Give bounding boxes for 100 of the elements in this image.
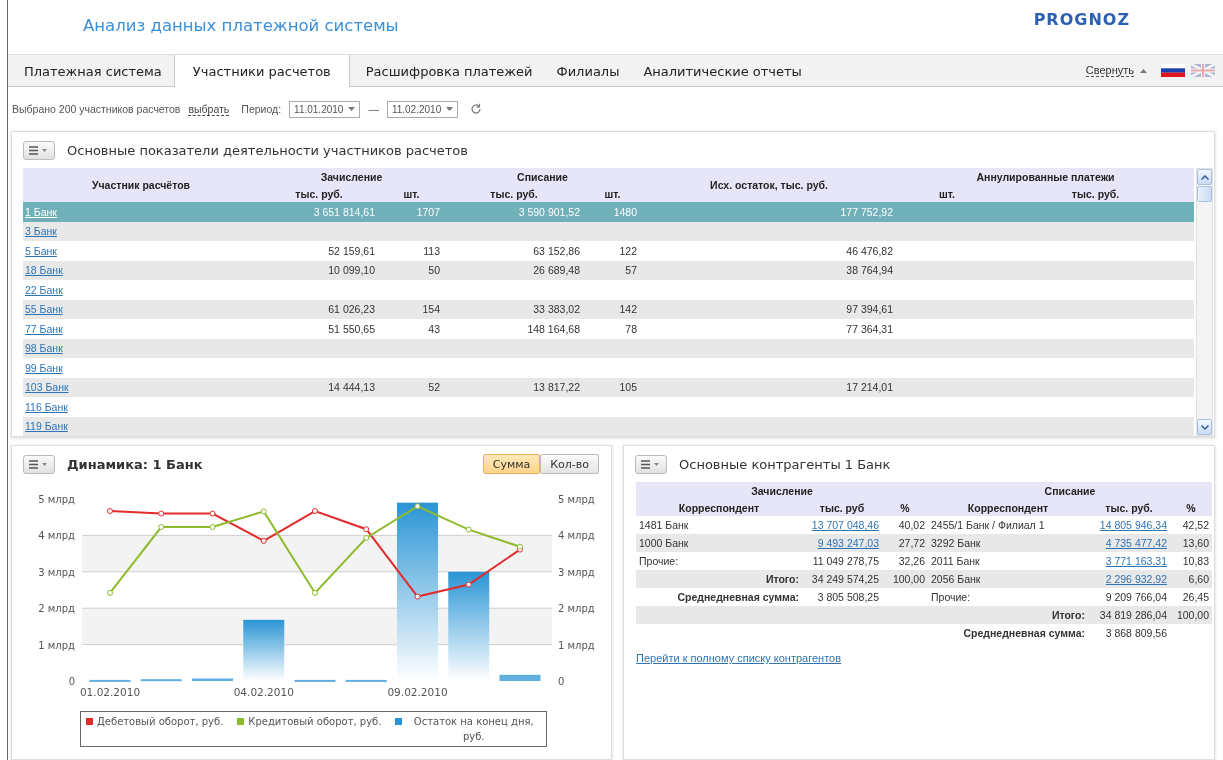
table-cell: 78 (584, 319, 641, 339)
table-cell: 3 868 809,56 (1088, 624, 1170, 642)
column-header: тыс. руб. (1088, 499, 1170, 516)
date-separator: — (368, 103, 379, 115)
axis-label: 04.02.2010 (233, 686, 294, 698)
column-header: шт. (584, 185, 641, 202)
table-cell: Итого: (636, 570, 802, 588)
table-cell: 42,52 (1170, 516, 1212, 534)
column-header: Списание (444, 168, 641, 185)
table-cell: 34 819 286,04 (1088, 606, 1170, 624)
axis-label: 3 млрд (558, 566, 595, 578)
table-cell: Среднедневная сумма: (928, 624, 1088, 642)
column-header: Зачисление (259, 168, 444, 185)
column-header: % (1170, 499, 1212, 516)
table-cell: 40,02 (882, 516, 928, 534)
axis-label: 01.02.2010 (79, 686, 141, 698)
table-cell: 100,00 (882, 570, 928, 588)
table-cell: 3 805 508,25 (802, 588, 882, 606)
table-cell: 34 249 574,25 (802, 570, 882, 588)
column-header: тыс. руб. (259, 185, 379, 202)
table-cell: Прочие: (636, 552, 802, 570)
column-header: Корреспондент (928, 499, 1088, 516)
axis-label: 2 млрд (38, 603, 75, 615)
table-cell: 3292 Банк (928, 534, 1088, 552)
column-header: Зачисление (636, 482, 928, 499)
axis-label: 1 млрд (558, 639, 595, 651)
column-header: Корреспондент (636, 499, 802, 516)
table-cell: 2056 Банк (928, 570, 1088, 588)
legend-label: Дебетовый оборот, руб. (97, 715, 224, 729)
table-cell: Среднедневная сумма: (636, 588, 802, 606)
table-cell: 1000 Банк (636, 534, 802, 552)
table-cell: 1481 Банк (636, 516, 802, 534)
column-header: тыс. руб. (444, 185, 584, 202)
table-cell: 113 (379, 241, 444, 261)
axis-label: 0 (68, 676, 75, 687)
axis-label: 5 млрд (558, 494, 595, 505)
axis-label: 3 млрд (38, 566, 75, 578)
table-cell: 10 099,10 (259, 260, 379, 280)
table-cell: 2455/1 Банк / Филиал 1 (928, 516, 1088, 534)
column-header: Исх. остаток, тыс. руб. (641, 168, 897, 202)
table-cell: 10,83 (1170, 552, 1212, 570)
table-cell: 9 209 766,04 (1088, 588, 1170, 606)
column-header: шт. (379, 185, 444, 202)
table-cell: Прочие: (928, 588, 1088, 606)
app-title: Анализ данных платежной системы (83, 16, 399, 35)
table-cell: 61 026,23 (259, 299, 379, 319)
table-cell: 27,72 (882, 534, 928, 552)
table-cell: 1707 (379, 202, 444, 222)
table-cell: 105 (584, 377, 641, 397)
axis-label: 4 млрд (558, 530, 595, 542)
table-cell: 3 651 814,61 (259, 202, 379, 222)
table-cell: 26,45 (1170, 588, 1212, 606)
table-cell: 46 476,82 (641, 241, 897, 261)
axis-label: 5 млрд (38, 494, 75, 505)
table-cell: 43 (379, 319, 444, 339)
column-header: % (882, 499, 928, 516)
table-cell: Итого: (928, 606, 1088, 624)
table-cell: 51 550,65 (259, 319, 379, 339)
column-header: Аннулированные платежи (897, 168, 1194, 185)
column-header: тыс. руб (802, 499, 882, 516)
table-cell: 33 383,02 (444, 299, 584, 319)
selection-summary: Выбрано 200 участников расчетов (12, 103, 181, 115)
logo: PROGNOZ (1033, 10, 1130, 29)
table-cell: 17 214,01 (641, 377, 897, 397)
table-cell: 77 364,31 (641, 319, 897, 339)
table-cell: 63 152,86 (444, 241, 584, 261)
table-cell: 57 (584, 260, 641, 280)
legend-label: Остаток на конец дня, руб. (412, 715, 535, 744)
axis-label: 09.02.2010 (387, 686, 448, 698)
table-cell: 122 (584, 241, 641, 261)
axis-label: 4 млрд (38, 530, 75, 542)
table-cell: 1480 (584, 202, 641, 222)
table-cell: 26 689,48 (444, 260, 584, 280)
panel-title: Основные контрагенты 1 Банк (679, 456, 891, 472)
panel-title: Основные показатели деятельности участников расчетов (67, 142, 468, 158)
legend-label: Кредитовый оборот, руб. (248, 715, 382, 729)
table-cell: 100,00 (1170, 606, 1212, 624)
table-cell: 154 (379, 299, 444, 319)
table-cell: 13 817,22 (444, 377, 584, 397)
table-cell: 38 764,94 (641, 260, 897, 280)
table-cell: 14 444,13 (259, 377, 379, 397)
table-cell: 50 (379, 260, 444, 280)
table-cell: 142 (584, 299, 641, 319)
table-cell: 3 590 901,52 (444, 202, 584, 222)
column-header: Списание (928, 482, 1212, 499)
table-cell: 13,60 (1170, 534, 1212, 552)
column-header: тыс. руб. (997, 185, 1194, 202)
column-header: шт. (897, 185, 997, 202)
table-cell: 52 (379, 377, 444, 397)
table-cell: 11 049 278,75 (802, 552, 882, 570)
axis-label: 1 млрд (38, 639, 75, 651)
axis-label: 0 (558, 676, 565, 687)
table-cell: 97 394,61 (641, 299, 897, 319)
table-cell: 52 159,61 (259, 241, 379, 261)
table-cell: 177 752,92 (641, 202, 897, 222)
column-header: Участник расчётов (23, 168, 259, 202)
table-cell: 32,26 (882, 552, 928, 570)
period-label: Период: (241, 103, 282, 115)
table-cell: 6,60 (1170, 570, 1212, 588)
table-cell: 2011 Банк (928, 552, 1088, 570)
